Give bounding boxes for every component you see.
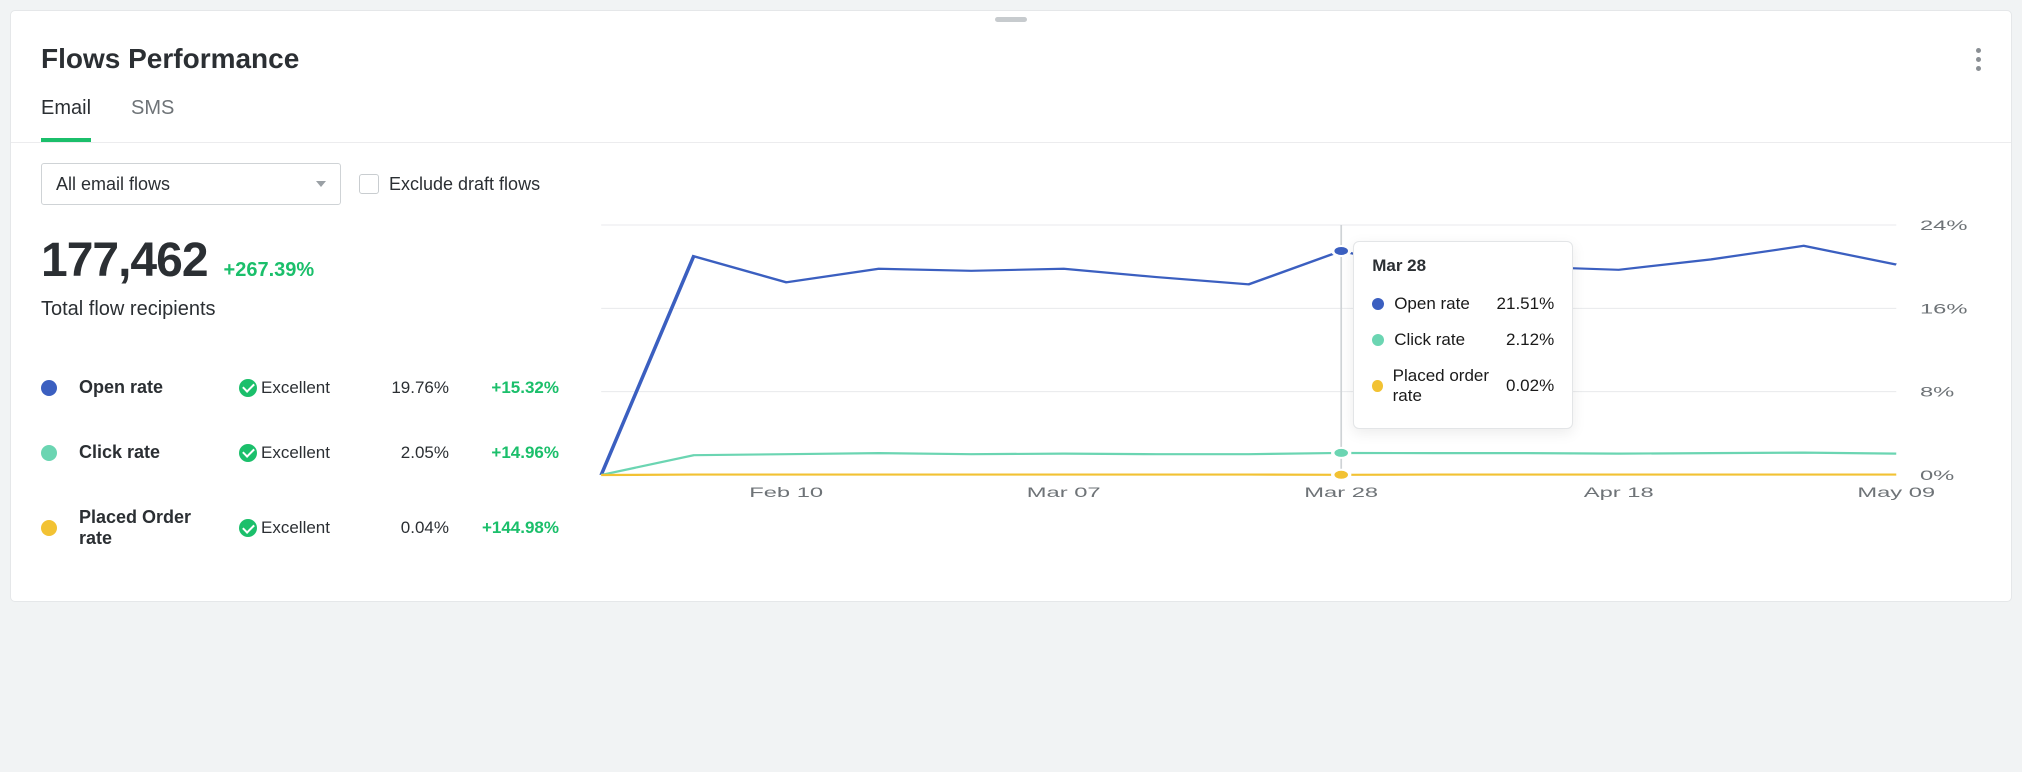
- tooltip-title: Mar 28: [1372, 256, 1554, 276]
- exclude-draft-checkbox[interactable]: [359, 174, 379, 194]
- tab-email[interactable]: Email: [41, 97, 91, 142]
- exclude-draft-checkbox-wrap[interactable]: Exclude draft flows: [359, 174, 540, 195]
- legend-dot-placed-order: [41, 520, 57, 536]
- chart-x-axis: Feb 10 Mar 07 Mar 28 Apr 18 May 09: [749, 485, 1935, 501]
- chart-y-axis: 0% 8% 16% 24%: [1920, 218, 1967, 484]
- chart-area[interactable]: Feb 10 Mar 07 Mar 28 Apr 18 May 09 0% 8% 16% 24…: [591, 215, 1981, 571]
- legend-dot-open: [41, 380, 57, 396]
- tooltip-row: Placed order rate 0.02%: [1372, 358, 1554, 414]
- metric-delta: +15.32%: [459, 378, 559, 398]
- flow-filter-select[interactable]: All email flows: [41, 163, 341, 205]
- chart-tooltip: Mar 28 Open rate 21.51% Click rate 2.12%: [1353, 241, 1573, 429]
- metric-row-placed-order-rate: Placed Order rate Excellent 0.04% +144.9…: [41, 485, 561, 571]
- svg-text:24%: 24%: [1920, 218, 1967, 234]
- chart-gridlines: [601, 225, 1896, 475]
- tooltip-dot-icon: [1372, 334, 1384, 346]
- metric-name: Placed Order rate: [79, 507, 229, 549]
- chart-series: [601, 246, 1896, 475]
- metric-name: Open rate: [79, 377, 229, 398]
- total-recipients-delta: +267.39%: [224, 259, 315, 282]
- svg-text:Mar 07: Mar 07: [1027, 485, 1101, 501]
- metrics-list: Open rate Excellent 19.76% +15.32% Click…: [41, 355, 561, 571]
- tooltip-row: Open rate 21.51%: [1372, 286, 1554, 322]
- svg-text:Mar 28: Mar 28: [1304, 485, 1378, 501]
- check-circle-icon: [239, 379, 257, 397]
- metric-row-open-rate: Open rate Excellent 19.76% +15.32%: [41, 355, 561, 420]
- metric-badge: Excellent: [239, 518, 359, 538]
- metric-value: 0.04%: [369, 518, 449, 538]
- metric-delta: +14.96%: [459, 443, 559, 463]
- flow-filter-value: All email flows: [56, 174, 170, 195]
- chart-hover-indicator: [1333, 225, 1350, 480]
- chevron-down-icon: [316, 181, 326, 187]
- tooltip-dot-icon: [1372, 380, 1382, 392]
- tab-sms[interactable]: SMS: [131, 97, 174, 142]
- flows-performance-card: Flows Performance Email SMS All email fl…: [10, 10, 2012, 602]
- svg-text:16%: 16%: [1920, 301, 1967, 317]
- tooltip-dot-icon: [1372, 298, 1384, 310]
- tabs: Email SMS: [11, 75, 2011, 143]
- svg-text:0%: 0%: [1920, 468, 1954, 484]
- svg-text:May 09: May 09: [1857, 485, 1935, 501]
- more-menu-icon[interactable]: [1976, 44, 1981, 75]
- legend-dot-click: [41, 445, 57, 461]
- metric-value: 19.76%: [369, 378, 449, 398]
- svg-text:8%: 8%: [1920, 384, 1954, 400]
- metric-delta: +144.98%: [459, 518, 559, 538]
- svg-text:Feb 10: Feb 10: [749, 485, 823, 501]
- exclude-draft-label: Exclude draft flows: [389, 174, 540, 195]
- check-circle-icon: [239, 444, 257, 462]
- drag-handle[interactable]: [995, 17, 1027, 22]
- metric-badge: Excellent: [239, 443, 359, 463]
- card-title: Flows Performance: [41, 43, 299, 75]
- line-chart[interactable]: Feb 10 Mar 07 Mar 28 Apr 18 May 09 0% 8% 16% 24…: [591, 215, 1981, 505]
- metric-badge: Excellent: [239, 378, 359, 398]
- metric-value: 2.05%: [369, 443, 449, 463]
- check-circle-icon: [239, 519, 257, 537]
- summary-panel: 177,462 +267.39% Total flow recipients O…: [41, 215, 561, 571]
- metric-name: Click rate: [79, 442, 229, 463]
- total-recipients-value: 177,462: [41, 233, 208, 288]
- metric-row-click-rate: Click rate Excellent 2.05% +14.96%: [41, 420, 561, 485]
- total-recipients-label: Total flow recipients: [41, 298, 561, 321]
- tooltip-row: Click rate 2.12%: [1372, 322, 1554, 358]
- svg-text:Apr 18: Apr 18: [1584, 485, 1654, 501]
